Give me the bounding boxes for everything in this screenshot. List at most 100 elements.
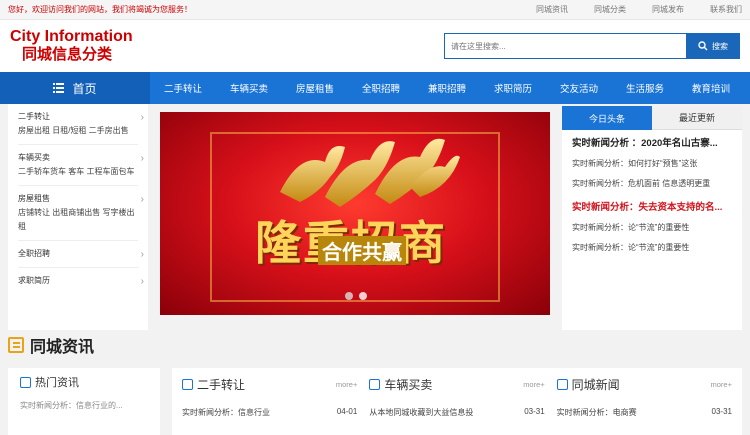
top-link-publish[interactable]: 同城发布	[652, 4, 684, 15]
sidebar-group-resume[interactable]: 求职简历 ›	[18, 274, 144, 288]
news-item[interactable]: 实时新闻分析：论“节流”的重要性	[572, 240, 732, 256]
news-column: 二手转让 more+ 实时新闻分析：信息行业 04-01	[182, 376, 357, 430]
bottom-panels: 热门资讯 实时新闻分析：信息行业的... 二手转让 more+ 实时新闻分析：信…	[0, 360, 750, 435]
logo-chinese: 同城信息分类	[22, 46, 113, 63]
column-title-label: 二手转让	[197, 378, 246, 392]
document-icon	[182, 379, 193, 390]
top-bar: 您好，欢迎访问我们的网站，我们将竭诚为您服务！ 同城资讯 同城分类 同城发布 联…	[0, 0, 750, 20]
news-column: 同城新闻 more+ 实时新闻分析：电商赛 03-31	[556, 376, 732, 430]
nav-item-secondhand[interactable]: 二手转让	[150, 72, 216, 104]
golden-horses-image	[280, 138, 460, 207]
header: City Information 同城信息分类 搜索	[0, 20, 750, 72]
top-link-news[interactable]: 同城资讯	[536, 4, 568, 15]
column-header: 二手转让 more+	[182, 376, 357, 393]
chevron-right-icon: ›	[140, 153, 144, 164]
more-link[interactable]: more+	[711, 380, 732, 389]
sidebar-group-fulltime[interactable]: 全职招聘 ›	[18, 247, 144, 261]
sidebar-group-sub[interactable]: 房屋出租 日租/短租 二手房出售	[18, 124, 138, 138]
carousel-dots	[345, 292, 367, 300]
nav-item-services[interactable]: 生活服务	[612, 72, 678, 104]
section-title: 同城资讯	[30, 339, 95, 356]
column-header: 同城新闻 more+	[556, 376, 732, 393]
carousel-dot[interactable]	[345, 292, 353, 300]
column-header: 车辆买卖 more+	[369, 376, 545, 393]
chevron-right-icon: ›	[140, 112, 144, 123]
nav-item-resume[interactable]: 求职简历	[480, 72, 546, 104]
sidebar-group-title: 二手转让	[18, 112, 50, 121]
nav-item-fulltime[interactable]: 全职招聘	[348, 72, 414, 104]
carousel-dot[interactable]	[359, 292, 367, 300]
list-item[interactable]: 实时新闻分析：信息行业 04-01	[182, 407, 357, 418]
tab-recent[interactable]: 最近更新	[652, 106, 742, 130]
hot-news-panel: 热门资讯 实时新闻分析：信息行业的...	[8, 368, 160, 435]
more-link[interactable]: more+	[523, 380, 544, 389]
column-title-label: 同城新闻	[571, 378, 620, 392]
section-header: 同城资讯	[0, 330, 750, 360]
sidebar-group-title: 车辆买卖	[18, 153, 50, 162]
news-tabs: 今日头条 最近更新	[562, 106, 742, 130]
list-item-date: 04-01	[336, 407, 358, 416]
list-item[interactable]: 实时新闻分析：电商赛 03-31	[557, 407, 732, 418]
top-link-contact[interactable]: 联系我们	[710, 4, 742, 15]
welcome-text: 您好，欢迎访问我们的网站，我们将竭诚为您服务！	[8, 5, 192, 14]
sidebar-group-title: 全职招聘	[18, 249, 50, 258]
main-content: 二手转让 房屋出租 日租/短租 二手房出售 › 车辆买卖 二手轿车货车 客车 工…	[0, 104, 750, 330]
news-section-icon	[8, 337, 24, 353]
hot-news-title: 热门资讯	[35, 377, 79, 389]
column-title-label: 车辆买卖	[384, 378, 433, 392]
search-button-label: 搜索	[712, 41, 728, 51]
nav-home[interactable]: 首页	[0, 72, 150, 104]
divider	[18, 267, 138, 268]
category-sidebar: 二手转让 房屋出租 日租/短租 二手房出售 › 车辆买卖 二手轿车货车 客车 工…	[8, 104, 148, 330]
search-input[interactable]	[444, 33, 686, 59]
list-item-date: 03-31	[711, 407, 732, 416]
nav-item-education[interactable]: 教育培训	[678, 72, 744, 104]
list-item-date: 03-31	[524, 407, 545, 416]
promo-banner[interactable]: 隆重招商 合作共赢	[160, 112, 550, 315]
sidebar-group-housing[interactable]: 房屋租售 店铺转让 出租商铺出售 写字楼出租 ›	[18, 192, 144, 234]
sidebar-group-title: 求职简历	[18, 276, 50, 285]
more-link[interactable]: more+	[336, 380, 357, 389]
news-item[interactable]: 实时新闻分析：危机面前 信息透明更重	[572, 176, 732, 192]
list-item[interactable]: 实时新闻分析：信息行业的...	[20, 400, 148, 411]
search-icon	[698, 41, 708, 51]
chevron-right-icon: ›	[140, 194, 144, 205]
divider	[18, 144, 138, 145]
sidebar-group-vehicles[interactable]: 车辆买卖 二手轿车货车 客车 工程车面包车 ›	[18, 151, 144, 179]
category-news-panel: 二手转让 more+ 实时新闻分析：信息行业 04-01 车辆买卖 more+ …	[172, 368, 742, 435]
top-link-category[interactable]: 同城分类	[594, 4, 626, 15]
nav-item-vehicles[interactable]: 车辆买卖	[216, 72, 282, 104]
news-headline[interactable]: 实时新闻分析 ：2020年名山古寨...	[572, 136, 732, 152]
column-title: 车辆买卖	[369, 376, 432, 393]
news-item[interactable]: 实时新闻分析：论“节流”的重要性	[572, 220, 732, 236]
site-logo[interactable]: City Information 同城信息分类	[10, 28, 133, 64]
hot-news-icon	[20, 376, 31, 388]
news-block: 实时新闻分析：失去资本支持的名... 实时新闻分析：论“节流”的重要性 实时新闻…	[562, 194, 742, 258]
nav-item-social[interactable]: 交友活动	[546, 72, 612, 104]
chevron-right-icon: ›	[140, 249, 144, 260]
document-icon	[556, 379, 568, 390]
divider	[18, 240, 138, 241]
news-headline[interactable]: 实时新闻分析：失去资本支持的名...	[572, 200, 732, 216]
sidebar-group-secondhand[interactable]: 二手转让 房屋出租 日租/短租 二手房出售 ›	[18, 110, 144, 138]
sidebar-group-sub[interactable]: 二手轿车货车 客车 工程车面包车	[18, 165, 138, 179]
nav-item-housing[interactable]: 房屋租售	[282, 72, 348, 104]
column-title: 同城新闻	[556, 376, 620, 393]
hot-news-header: 热门资讯	[20, 374, 148, 390]
banner-subtitle: 合作共赢	[318, 236, 406, 265]
search-button[interactable]: 搜索	[686, 33, 740, 59]
sidebar-group-sub[interactable]: 店铺转让 出租商铺出售 写字楼出租	[18, 206, 138, 234]
sidebar-group-title: 房屋租售	[18, 194, 50, 203]
news-column: 车辆买卖 more+ 从本地同城收藏到大益信息投 03-31	[369, 376, 545, 430]
list-item-text: 从本地同城收藏到大益信息投	[369, 408, 474, 417]
menu-icon	[53, 83, 65, 93]
divider	[18, 185, 138, 186]
tab-headlines[interactable]: 今日头条	[562, 106, 652, 130]
search-box: 搜索	[444, 33, 740, 59]
logo-english: City Information	[10, 28, 133, 45]
column-title: 二手转让	[182, 376, 245, 393]
news-item[interactable]: 实时新闻分析：如何打好“预售”这张	[572, 156, 732, 172]
document-icon	[369, 379, 381, 390]
nav-item-parttime[interactable]: 兼职招聘	[414, 72, 480, 104]
list-item[interactable]: 从本地同城收藏到大益信息投 03-31	[369, 407, 544, 418]
